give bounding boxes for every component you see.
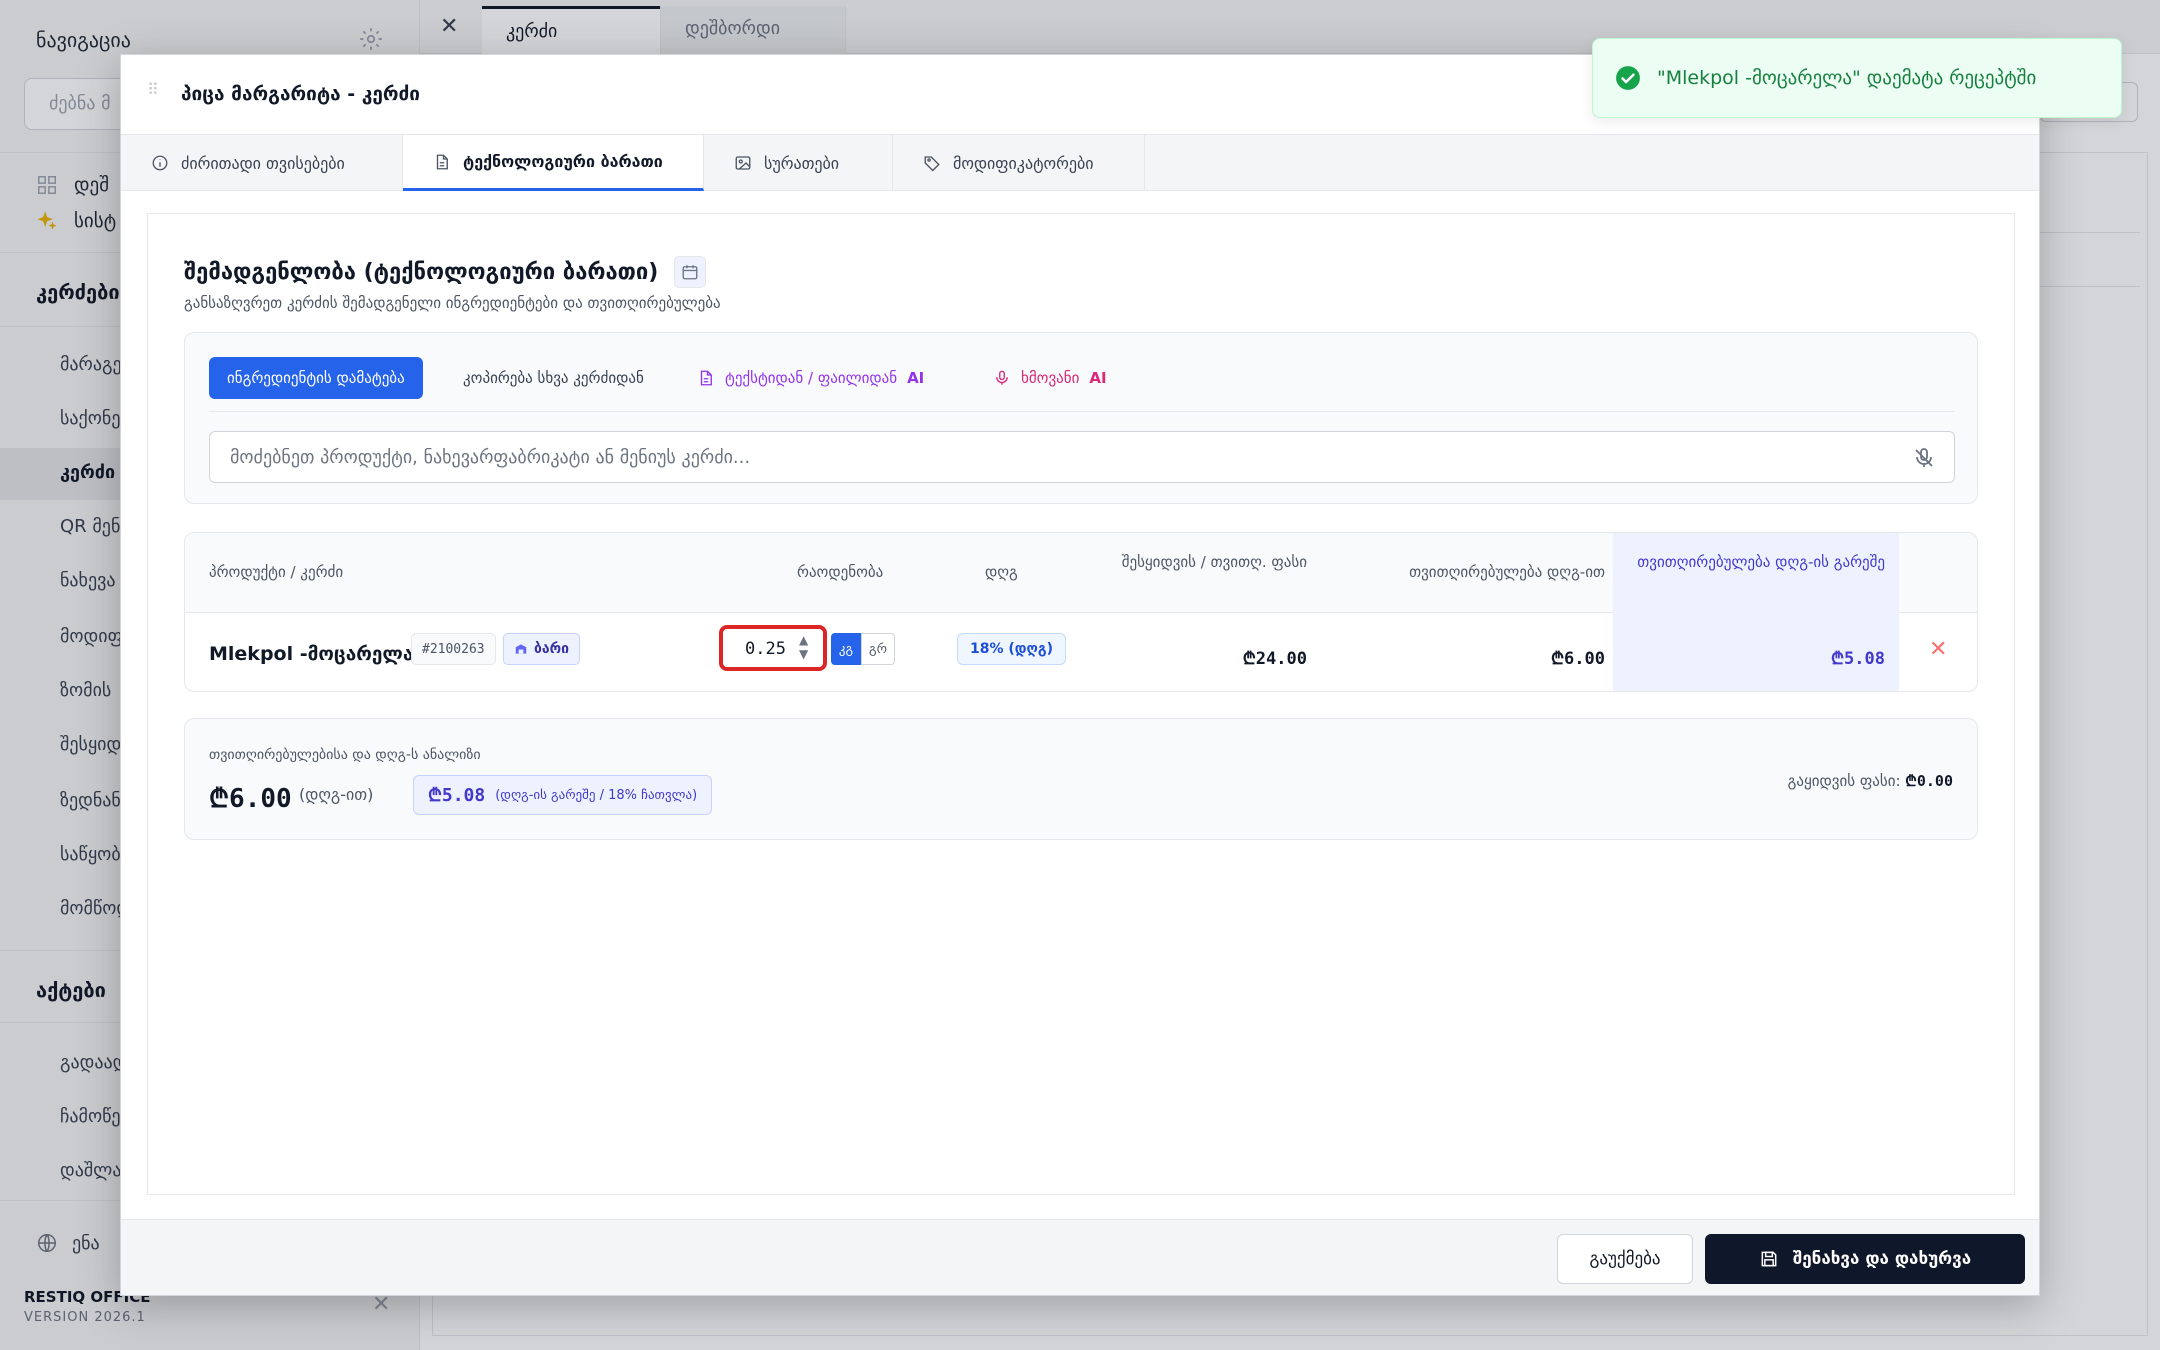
sale-price-label: გაყიდვის ფასი: <box>1787 772 1901 790</box>
toast-message: "Mlekpol -მოცარელა" დაემატა რეცეპტში <box>1657 67 2037 89</box>
vat-badge[interactable]: 18% (დღგ) <box>957 633 1066 665</box>
analysis-label: თვითღირებულებისა და დღგ-ს ანალიზი <box>209 747 481 763</box>
tab-modifiers[interactable]: მოდიფიკატორები <box>893 135 1145 191</box>
product-name: Mlekpol -მოცარელა <box>209 643 414 665</box>
dish-modal: ⠿ პიცა მარგარიტა - კერძი ძირითადი თვისებ… <box>120 54 2040 1296</box>
tab-label: ტექნოლოგიური ბარათი <box>463 152 663 171</box>
drag-handle-icon[interactable]: ⠿ <box>147 82 167 99</box>
ai-label: AI <box>1089 369 1107 387</box>
section-title-text: შემადგენლობა (ტექნოლოგიური ბარათი) <box>184 259 659 285</box>
tech-card-panel: შემადგენლობა (ტექნოლოგიური ბარათი) განსა… <box>147 213 2015 1195</box>
product-code-badge: #2100263 <box>411 633 496 665</box>
modal-footer: გაუქმება შენახვა და დახურვა <box>121 1219 2039 1295</box>
cost-with-vat: ₾6.00 <box>1550 649 1605 669</box>
document-icon <box>436 154 448 169</box>
warehouse-icon <box>515 644 527 654</box>
total-with-vat: ₾6.00 <box>209 784 292 814</box>
purchase-price: ₾24.00 <box>1242 649 1307 669</box>
section-subtitle: განსაზღვრეთ კერძის შემადგენელი ინგრედიენ… <box>184 294 721 312</box>
add-ingredient-button[interactable]: ინგრედიენტის დამატება <box>209 357 423 399</box>
text-file-ai-link[interactable]: ტექსტიდან / ფაილიდან AI <box>697 369 924 387</box>
copy-from-dish-link[interactable]: კოპირება სხვა კერძიდან <box>463 369 644 387</box>
document-icon <box>700 370 712 386</box>
column-header-vat: დღგ <box>985 563 1018 581</box>
info-icon <box>152 155 168 171</box>
quantity-stepper[interactable]: ▲ ▼ <box>799 633 813 661</box>
tab-label: სურათები <box>764 153 840 173</box>
search-placeholder: მოძებნეთ პროდუქტი, ნახევარფაბრიკატი ან მ… <box>230 447 751 468</box>
image-icon <box>735 156 751 170</box>
sale-price-value: ₾0.00 <box>1905 772 1953 790</box>
save-icon <box>1761 1251 1777 1267</box>
unit-toggle-g[interactable]: გრ <box>861 633 895 665</box>
tab-label: ძირითადი თვისებები <box>181 153 345 173</box>
tab-tech-card[interactable]: ტექნოლოგიური ბარათი <box>403 135 704 191</box>
quantity-input[interactable]: 0.25 ▲ ▼ <box>719 625 827 671</box>
calendar-icon[interactable] <box>674 256 707 288</box>
column-header-cost-with-vat: თვითღირებულება დღგ-ით <box>1409 563 1605 581</box>
cancel-button[interactable]: გაუქმება <box>1557 1234 1693 1284</box>
total-without-vat: ₾5.08 <box>428 785 486 806</box>
section-title: შემადგენლობა (ტექნოლოგიური ბარათი) <box>184 256 707 288</box>
ingredient-search-input[interactable]: მოძებნეთ პროდუქტი, ნახევარფაბრიკატი ან მ… <box>209 431 1955 483</box>
total-without-vat-note: (დღგ-ის გარეშე / 18% ჩათვლა) <box>495 787 698 803</box>
unit-toggle-kg[interactable]: კგ <box>831 633 861 665</box>
save-and-close-button[interactable]: შენახვა და დახურვა <box>1705 1234 2025 1284</box>
stock-badge: ბარი <box>503 633 581 665</box>
quantity-value: 0.25 <box>745 639 786 659</box>
microphone-off-icon[interactable] <box>1912 446 1936 470</box>
text-file-ai-label: ტექსტიდან / ფაილიდან <box>725 369 898 387</box>
sale-price: გაყიდვის ფასი: ₾0.00 <box>1788 771 1953 791</box>
save-label: შენახვა და დახურვა <box>1792 1249 1972 1269</box>
tab-images[interactable]: სურათები <box>704 135 893 191</box>
cost-analysis-panel: თვითღირებულებისა და დღგ-ს ანალიზი ₾6.00 … <box>184 718 1978 840</box>
column-header-cost-without-vat: თვითღირებულება დღგ-ის გარეშე <box>1637 553 1885 571</box>
voice-ai-label: ხმოვანი <box>1021 369 1080 387</box>
total-with-vat-note: (დღგ-ით) <box>299 785 374 804</box>
stock-label: ბარი <box>534 641 570 657</box>
microphone-icon <box>996 370 1008 385</box>
remove-row-icon[interactable]: ✕ <box>1929 637 1947 662</box>
column-header-quantity: რაოდენობა <box>797 563 884 581</box>
check-circle-icon <box>1616 66 1640 90</box>
tab-label: მოდიფიკატორები <box>953 153 1094 173</box>
divider <box>209 411 1955 412</box>
tag-icon <box>924 156 940 172</box>
ingredients-table: პროდუქტი / კერძი რაოდენობა დღგ შესყიდვის… <box>184 532 1978 692</box>
voice-ai-link[interactable]: ხმოვანი AI <box>993 369 1107 387</box>
add-ingredient-panel: ინგრედიენტის დამატება კოპირება სხვა კერძ… <box>184 332 1978 504</box>
success-toast[interactable]: "Mlekpol -მოცარელა" დაემატა რეცეპტში <box>1592 38 2122 118</box>
ai-label: AI <box>907 369 925 387</box>
tab-basic-properties[interactable]: ძირითადი თვისებები <box>121 135 403 191</box>
cost-without-vat: ₾5.08 <box>1830 649 1885 669</box>
column-header-purchase-price: შესყიდვის / თვითღ. ფასი <box>1121 553 1307 571</box>
modal-title: პიცა მარგარიტა - კერძი <box>181 83 421 105</box>
modal-tabs: ძირითადი თვისებები ტექნოლოგიური ბარათი ს… <box>121 135 2039 191</box>
column-header-product: პროდუქტი / კერძი <box>209 563 344 581</box>
total-without-vat-pill: ₾5.08 (დღგ-ის გარეშე / 18% ჩათვლა) <box>413 775 713 815</box>
